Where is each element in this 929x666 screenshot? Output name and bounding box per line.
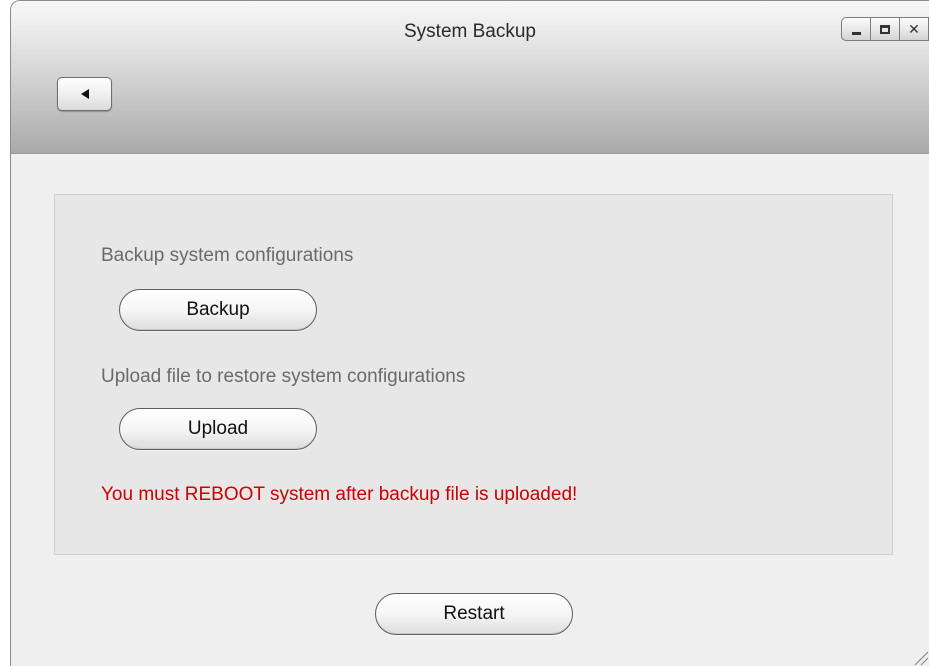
back-button[interactable] (57, 77, 112, 111)
upload-button[interactable]: Upload (119, 408, 317, 450)
title-bar: System Backup ✕ (11, 1, 929, 154)
back-arrow-icon (80, 89, 89, 99)
upload-label: Upload file to restore system configurat… (101, 366, 466, 387)
system-backup-window: System Backup ✕ Backup system configurat… (10, 0, 929, 666)
maximize-icon (880, 24, 890, 34)
minimize-button[interactable] (841, 17, 871, 41)
resize-grip-icon[interactable] (911, 648, 929, 666)
close-icon: ✕ (908, 20, 920, 37)
window-controls: ✕ (841, 17, 929, 41)
restart-button[interactable]: Restart (375, 593, 573, 635)
maximize-button[interactable] (870, 17, 900, 41)
minimize-icon (851, 31, 861, 35)
window-title: System Backup (404, 21, 536, 42)
backup-label: Backup system configurations (101, 245, 354, 266)
backup-button[interactable]: Backup (119, 289, 317, 331)
close-button[interactable]: ✕ (899, 17, 929, 41)
reboot-warning: You must REBOOT system after backup file… (101, 484, 578, 505)
